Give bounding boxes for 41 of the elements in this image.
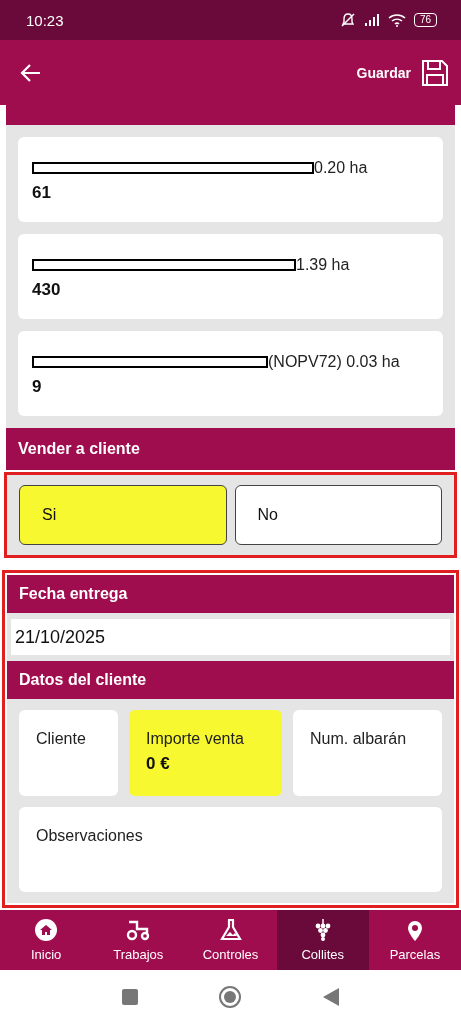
date-field[interactable]: 21/10/2025 <box>11 619 450 655</box>
field-label: Num. albarán <box>310 730 408 748</box>
signal-icon <box>363 13 380 27</box>
parcel-card[interactable]: 0.20 ha 61 <box>18 137 443 222</box>
option-button[interactable]: No <box>234 485 442 545</box>
input-field[interactable]: Importe venta 0 € <box>129 710 282 796</box>
field-label: Importe venta <box>146 730 245 748</box>
field-value: 0 € <box>146 754 171 774</box>
nav-tab[interactable]: Trabajos <box>92 910 185 970</box>
input-field[interactable]: Num. albarán <box>293 710 442 796</box>
nav-tab[interactable]: Parcelas <box>368 910 461 970</box>
nav-tab[interactable]: Controles <box>184 910 277 970</box>
tractor-icon <box>125 918 152 942</box>
section-title: Vender a cliente <box>18 440 140 458</box>
parcel-number: 61 <box>32 183 52 203</box>
back-icon[interactable] <box>321 987 340 1007</box>
section-title: Datos del cliente <box>19 671 147 689</box>
save-button[interactable]: Guardar <box>356 64 411 81</box>
section-title: Fecha entrega <box>19 585 128 603</box>
nav-tab[interactable]: Collites <box>276 910 369 970</box>
home-icon <box>34 918 59 942</box>
home-button-icon[interactable] <box>217 985 242 1009</box>
wifi-icon <box>387 13 406 27</box>
battery-indicator: 76 <box>413 13 437 27</box>
clock: 10:23 <box>26 11 64 29</box>
input-field[interactable]: Cliente <box>19 710 118 796</box>
notes-field[interactable]: Observaciones <box>19 807 442 892</box>
back-arrow-icon[interactable] <box>20 61 42 84</box>
parcel-number: 9 <box>32 377 43 397</box>
parcel-card[interactable]: 1.39 ha 430 <box>18 234 443 319</box>
muted-bell-icon <box>339 12 356 28</box>
parcel-number: 430 <box>32 280 62 300</box>
parcel-area: (NOPV72) 0.03 ha <box>268 353 400 371</box>
parcel-area: 0.20 ha <box>314 159 368 177</box>
nav-tab[interactable]: Inicio <box>0 910 93 970</box>
option-button[interactable]: Si <box>19 485 227 545</box>
recents-icon[interactable] <box>121 989 138 1005</box>
parcel-card[interactable]: (NOPV72) 0.03 ha 9 <box>18 331 443 416</box>
flask-icon <box>218 918 243 942</box>
parcel-area: 1.39 ha <box>296 256 350 274</box>
field-label: Cliente <box>36 730 87 748</box>
